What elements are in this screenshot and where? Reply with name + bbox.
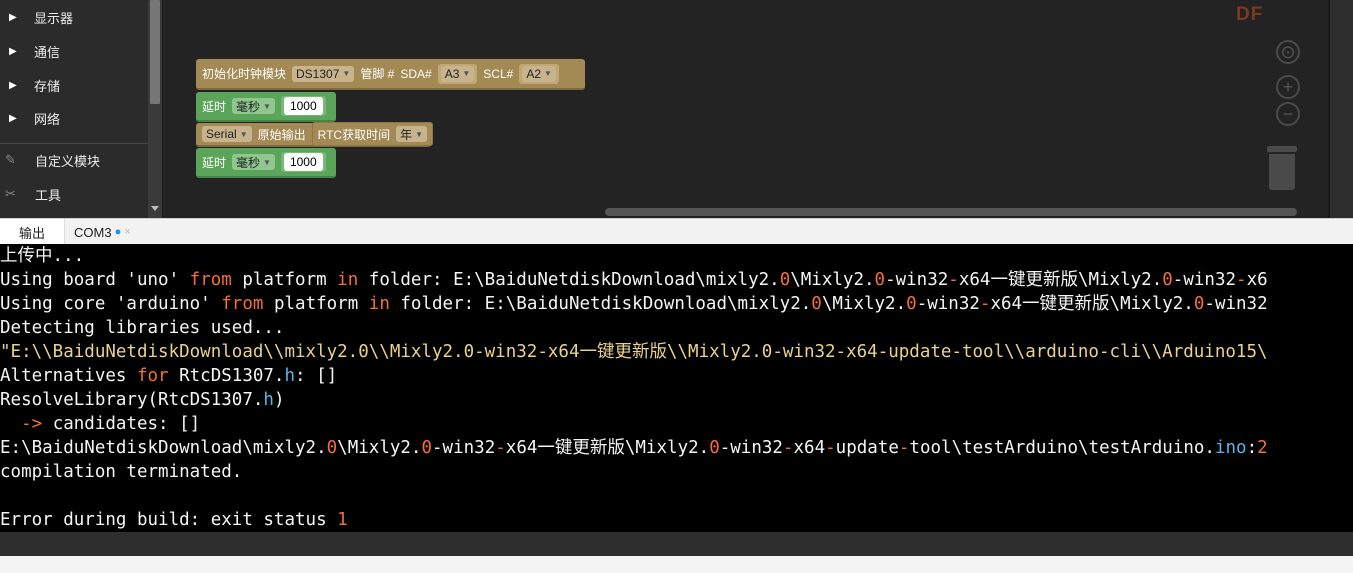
block-workspace[interactable]: DF 初始化时钟模块 DS1307 ▼ 管脚 # SDA# A3 ▼ SCL# A2…	[163, 0, 1353, 218]
console-line: E:\BaiduNetdiskDownload\mixly2.0\Mixly2.…	[0, 438, 1268, 458]
chevron-down-icon: ▼	[263, 101, 271, 111]
expand-arrow-icon: ▶	[9, 11, 17, 23]
chevron-down-icon: ▼	[544, 69, 552, 78]
output-tab-bar: 输出 COM3 ● ×	[0, 218, 1353, 245]
chevron-down-icon: ▼	[263, 157, 271, 167]
console-line: Alternatives for RtcDS1307.h: []	[0, 366, 338, 386]
delay-value-input[interactable]: 1000	[283, 153, 323, 171]
sidebar-divider	[0, 143, 148, 144]
value-socket: 1000	[280, 152, 326, 172]
chevron-down-icon: ▼	[239, 129, 248, 139]
zoom-out-icon[interactable]: −	[1276, 102, 1300, 126]
block-label: 初始化时钟模块	[202, 67, 287, 81]
console-line: Using board 'uno' from platform in folde…	[0, 270, 1268, 290]
category-network[interactable]: ▶ 网络	[0, 103, 148, 133]
rtc-get-time-block[interactable]: RTC获取时间 年 ▼	[311, 122, 434, 146]
category-label: 显示器	[34, 10, 74, 26]
console-line: ResolveLibrary(RtcDS1307.h)	[0, 390, 285, 410]
recenter-icon[interactable]: ⊙	[1276, 40, 1300, 64]
status-dot-icon: ●	[114, 226, 122, 238]
category-tools[interactable]: ✂ 工具	[0, 179, 148, 209]
console-line: Error during build: exit status 1	[0, 510, 348, 530]
delay-block[interactable]: 延时 毫秒 ▼ 1000	[196, 148, 336, 178]
category-label: 工具	[35, 187, 62, 203]
scl-pin-dropdown[interactable]: A2 ▼	[522, 65, 556, 82]
sidebar-scrollbar[interactable]	[148, 0, 162, 218]
category-display[interactable]: ▶ 显示器	[0, 2, 148, 32]
tab-label: 输出	[18, 225, 45, 241]
console-bottom-bar	[0, 532, 1353, 556]
serial-print-block[interactable]: Serial ▼ 原始输出 RTC获取时间 年 ▼	[196, 122, 434, 147]
tab-com3[interactable]: COM3 ● ×	[64, 219, 144, 245]
sda-pin-dropdown[interactable]: A3 ▼	[440, 65, 475, 82]
tab-label: COM3	[74, 224, 112, 240]
trash-icon[interactable]	[1267, 146, 1297, 192]
scroll-down-arrow-icon[interactable]	[151, 206, 159, 211]
trash-bin	[1269, 154, 1295, 190]
trash-lid	[1267, 146, 1297, 152]
expand-arrow-icon: ▶	[9, 45, 17, 57]
pin-label: 管脚 #	[360, 67, 395, 81]
chevron-down-icon: ▼	[462, 69, 471, 78]
chevron-down-icon: ▼	[342, 69, 351, 78]
category-sidebar: ▶ 显示器 ▶ 通信 ▶ 存储 ▶ 网络 ✎ 自定义模块 ✂ 工具	[0, 0, 148, 218]
scl-label: SCL#	[483, 66, 514, 81]
console-line: -> candidates: []	[21, 414, 201, 434]
category-label: 通信	[34, 44, 61, 60]
time-unit-dropdown[interactable]: 毫秒 ▼	[232, 98, 275, 114]
expand-arrow-icon: ▶	[9, 112, 17, 124]
pen-icon: ✎	[5, 152, 16, 167]
serial-port-dropdown[interactable]: Serial ▼	[202, 126, 252, 142]
workspace-horizontal-scrollbar[interactable]	[605, 208, 1297, 216]
scrollbar-thumb[interactable]	[150, 0, 160, 104]
close-icon[interactable]: ×	[124, 226, 130, 238]
value-socket: 1000	[280, 96, 326, 116]
sda-socket: A3 ▼	[437, 63, 478, 84]
delay-block[interactable]: 延时 毫秒 ▼ 1000	[196, 92, 336, 122]
console-line: Using core 'arduino' from platform in fo…	[0, 294, 1268, 314]
block-label: 延时	[202, 99, 227, 114]
tools-icon: ✂	[5, 186, 16, 201]
category-label: 存储	[34, 78, 61, 94]
category-storage[interactable]: ▶ 存储	[0, 70, 148, 100]
console-line: 上传中...	[0, 246, 85, 266]
expand-arrow-icon: ▶	[9, 79, 17, 91]
clock-model-dropdown[interactable]: DS1307 ▼	[292, 65, 355, 82]
block-label: 延时	[202, 155, 227, 170]
time-field-dropdown[interactable]: 年 ▼	[396, 126, 428, 142]
zoom-in-icon[interactable]: +	[1276, 75, 1300, 99]
scl-socket: A2 ▼	[519, 63, 559, 84]
delay-value-input[interactable]: 1000	[283, 97, 323, 115]
tab-output[interactable]: 输出	[0, 219, 65, 245]
block-label: RTC获取时间	[317, 127, 391, 142]
init-clock-block[interactable]: 初始化时钟模块 DS1307 ▼ 管脚 # SDA# A3 ▼ SCL# A2 ▼	[196, 59, 585, 90]
category-label: 自定义模块	[35, 153, 101, 169]
category-custom-module[interactable]: ✎ 自定义模块	[0, 145, 148, 175]
console-line: "E:\\BaiduNetdiskDownload\\mixly2.0\\Mix…	[0, 342, 1268, 362]
block-label: 原始输出	[257, 127, 306, 142]
workspace-right-edge	[1328, 0, 1353, 218]
status-footer	[0, 556, 1353, 573]
time-unit-dropdown[interactable]: 毫秒 ▼	[232, 154, 275, 170]
category-label: 网络	[34, 111, 61, 127]
output-console[interactable]: 上传中... Using board 'uno' from platform in…	[0, 244, 1353, 532]
console-line: Detecting libraries used...	[0, 318, 285, 338]
chevron-down-icon: ▼	[415, 129, 424, 139]
df-logo: DF	[1236, 4, 1264, 25]
category-communication[interactable]: ▶ 通信	[0, 36, 148, 66]
sda-label: SDA#	[400, 66, 432, 81]
console-line: compilation terminated.	[0, 462, 243, 482]
